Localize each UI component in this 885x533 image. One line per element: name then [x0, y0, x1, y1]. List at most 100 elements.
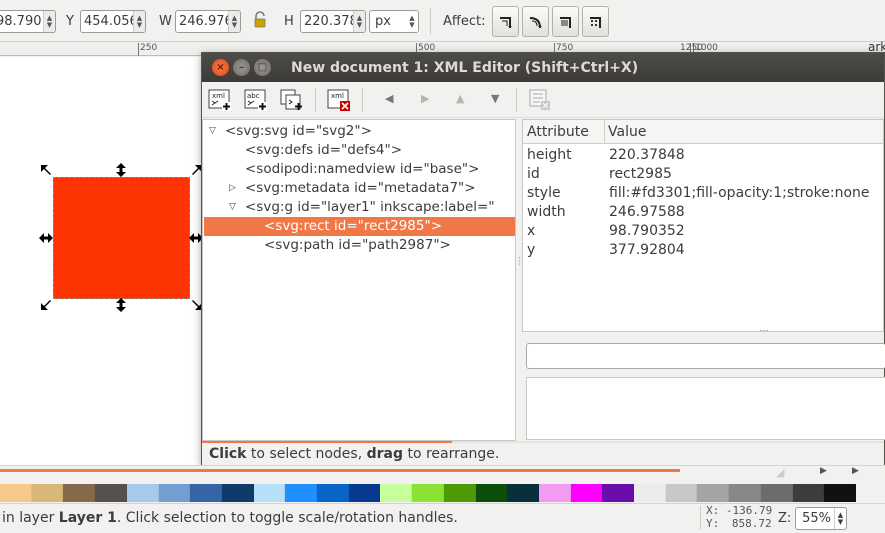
attribute-value[interactable]: 220.37848 — [609, 146, 685, 165]
horizontal-scrollbar[interactable]: ◢ ▶ ▶ — [0, 465, 885, 483]
status-suffix: . Click selection to toggle scale/rotati… — [116, 510, 458, 526]
duplicate-node-button[interactable] — [278, 86, 306, 114]
palette-swatch[interactable] — [729, 484, 761, 502]
scale-handle-top-left[interactable] — [40, 164, 54, 178]
xml-node-tree[interactable]: ▽ <svg:svg id="svg2"> <svg:defs id="defs… — [202, 119, 516, 441]
h-spinner[interactable]: ▲ ▼ — [353, 11, 365, 32]
attribute-name[interactable]: height — [527, 146, 572, 165]
tree-node-layer[interactable]: ▽ <svg:g id="layer1" inkscape:label=" — [204, 198, 515, 217]
attribute-name[interactable]: style — [527, 184, 561, 203]
attribute-value[interactable]: 246.97588 — [609, 203, 685, 222]
indent-node-icon[interactable]: ▶ — [421, 92, 429, 105]
scrollbar-thumb[interactable] — [0, 469, 680, 472]
x-input[interactable]: 98.790 ▲ ▼ — [0, 10, 56, 33]
collapse-arrow-icon[interactable]: ▽ — [229, 198, 236, 217]
attribute-column-header[interactable]: Attribute — [527, 124, 589, 140]
svg-text:abc: abc — [247, 92, 260, 100]
lower-node-icon[interactable]: ▼ — [491, 92, 499, 105]
palette-swatch[interactable] — [253, 484, 286, 502]
color-palette[interactable] — [0, 484, 885, 502]
attribute-value[interactable]: rect2985 — [609, 165, 672, 184]
attribute-value-input[interactable] — [526, 343, 885, 369]
palette-swatch[interactable] — [792, 484, 825, 502]
unindent-node-icon[interactable]: ◀ — [385, 92, 393, 105]
attribute-name[interactable]: x — [527, 222, 535, 241]
tree-node-namedview[interactable]: <sodipodi:namedview id="base"> — [204, 160, 515, 179]
palette-swatch[interactable] — [665, 484, 698, 502]
minimize-icon[interactable]: – — [233, 59, 250, 76]
new-text-node-button[interactable]: abc — [242, 86, 270, 114]
x-value: 98.790 — [0, 14, 42, 29]
palette-swatch[interactable] — [507, 484, 539, 502]
tree-node-rect-selected[interactable]: <svg:rect id="rect2985"> — [204, 217, 515, 236]
y-input[interactable]: 454.056 ▲ ▼ — [80, 10, 146, 33]
attribute-name[interactable]: y — [527, 241, 535, 260]
delete-node-button[interactable]: xml — [325, 86, 353, 114]
affect-stroke-width-button[interactable] — [492, 6, 519, 37]
x-spinner[interactable]: ▲ ▼ — [43, 11, 55, 32]
palette-swatch[interactable] — [317, 484, 349, 502]
transform-gradient-icon — [559, 16, 571, 28]
palette-swatch[interactable] — [190, 484, 222, 502]
palette-swatch[interactable] — [538, 484, 571, 502]
attribute-value[interactable]: 98.790352 — [609, 222, 685, 241]
affect-gradients-button[interactable] — [552, 6, 579, 37]
attribute-name[interactable]: width — [527, 203, 566, 222]
attribute-value[interactable]: 377.92804 — [609, 241, 685, 260]
tree-node-path[interactable]: <svg:path id="path2987"> — [204, 236, 515, 255]
palette-swatch[interactable] — [348, 484, 381, 502]
palette-swatch[interactable] — [634, 484, 666, 502]
palette-swatch[interactable] — [158, 484, 191, 502]
scroll-right-icon[interactable]: ▶ — [820, 466, 827, 476]
attribute-value[interactable]: fill:#fd3301;fill-opacity:1;stroke:none — [609, 184, 870, 203]
attribute-name[interactable]: id — [527, 165, 540, 184]
palette-swatch[interactable] — [602, 484, 635, 502]
unit-value: px — [375, 14, 391, 29]
palette-swatch[interactable] — [697, 484, 730, 502]
affect-rounded-corners-button[interactable] — [522, 6, 549, 37]
palette-swatch[interactable] — [824, 484, 856, 502]
zoom-spinner[interactable]: ▲ ▼ — [834, 508, 846, 529]
palette-swatch[interactable] — [380, 484, 413, 502]
tree-node-svg[interactable]: ▽ <svg:svg id="svg2"> — [204, 122, 515, 141]
delete-attribute-button[interactable] — [526, 86, 554, 114]
zoom-input[interactable]: 55% ▲ ▼ — [795, 507, 847, 530]
new-element-node-button[interactable]: xml — [206, 86, 234, 114]
palette-swatch[interactable] — [31, 484, 64, 502]
palette-swatch[interactable] — [63, 484, 96, 502]
w-input[interactable]: 246.976 ▲ ▼ — [175, 10, 241, 33]
palette-swatch[interactable] — [126, 484, 159, 502]
scale-handle-bottom[interactable] — [114, 298, 128, 312]
palette-swatch[interactable] — [95, 484, 127, 502]
palette-swatch[interactable] — [0, 484, 32, 502]
affect-patterns-button[interactable] — [582, 6, 609, 37]
w-spinner[interactable]: ▲ ▼ — [228, 11, 240, 32]
scale-handle-bottom-left[interactable] — [40, 297, 54, 311]
expand-arrow-icon[interactable]: ▷ — [229, 179, 236, 198]
palette-swatch[interactable] — [475, 484, 508, 502]
h-input[interactable]: 220.378 ▲ ▼ — [300, 10, 366, 33]
scale-handle-top[interactable] — [114, 163, 128, 177]
attribute-value-textarea[interactable] — [526, 377, 885, 440]
tree-node-defs[interactable]: <svg:defs id="defs4"> — [204, 141, 515, 160]
value-column-header[interactable]: Value — [608, 124, 646, 140]
y-spinner[interactable]: ▲ ▼ — [133, 11, 145, 32]
tree-node-metadata[interactable]: ▷ <svg:metadata id="metadata7"> — [204, 179, 515, 198]
maximize-icon[interactable]: □ — [254, 59, 271, 76]
palette-swatch[interactable] — [760, 484, 793, 502]
unit-select[interactable]: px ▲ ▼ — [369, 10, 419, 33]
scale-handle-left[interactable] — [39, 231, 53, 245]
palette-swatch[interactable] — [221, 484, 254, 502]
palette-menu-icon[interactable]: ▶ — [852, 466, 859, 476]
raise-node-icon[interactable]: ▲ — [456, 92, 464, 105]
selected-rectangle[interactable] — [53, 177, 190, 299]
attributes-table[interactable]: Attribute Value height 220.37848 id rect298… — [522, 119, 884, 332]
palette-swatch[interactable] — [285, 484, 318, 502]
collapse-arrow-icon[interactable]: ▽ — [209, 122, 216, 141]
palette-swatch[interactable] — [412, 484, 444, 502]
lock-icon[interactable] — [253, 11, 267, 33]
close-icon[interactable]: × — [212, 59, 229, 76]
palette-swatch[interactable] — [443, 484, 476, 502]
palette-swatch[interactable] — [570, 484, 603, 502]
dialog-titlebar[interactable]: × – □ New document 1: XML Editor (Shift+… — [202, 53, 884, 82]
